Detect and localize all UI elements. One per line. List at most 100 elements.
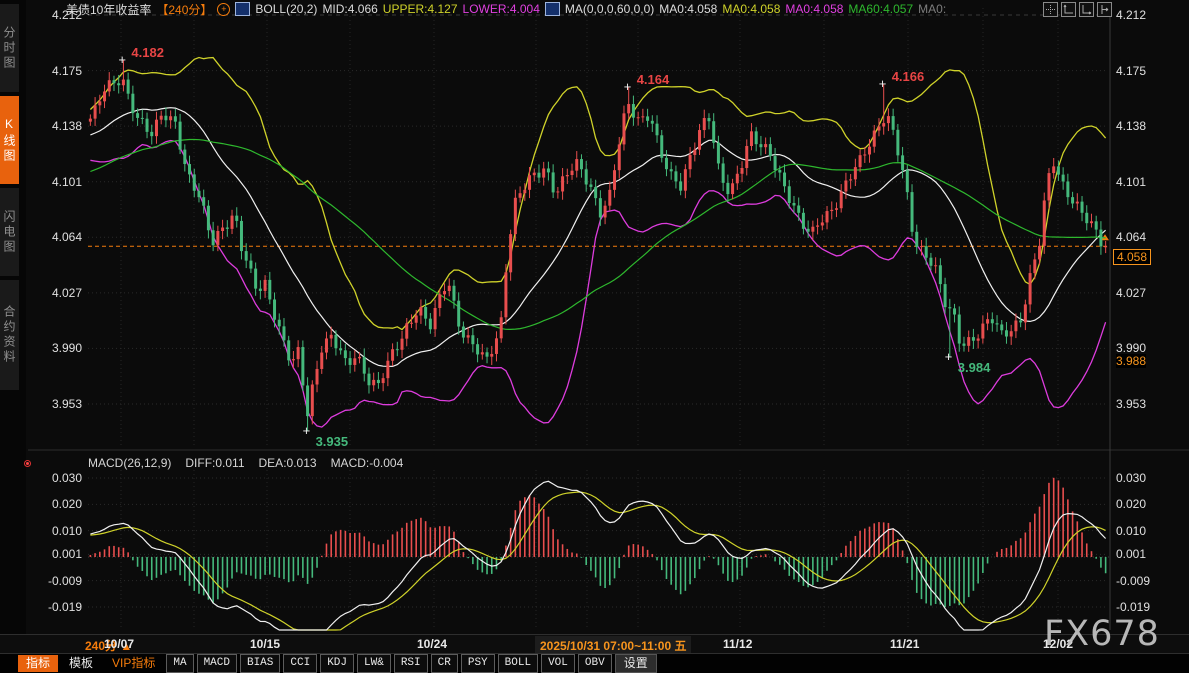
- candle-body: [112, 80, 115, 83]
- axis-shift-icon[interactable]: [1079, 2, 1094, 17]
- candle-body: [778, 170, 781, 173]
- candle-body: [131, 94, 134, 113]
- period-settings-icon[interactable]: +: [217, 3, 230, 16]
- candle-body: [509, 234, 512, 272]
- sidebar-tab-1[interactable]: 分时图: [0, 4, 19, 92]
- candle-body: [386, 361, 389, 378]
- candle-body: [1104, 246, 1107, 247]
- candle-body: [415, 316, 418, 323]
- boll-indicator-icon[interactable]: [235, 2, 250, 16]
- axis-scale-icon[interactable]: [1061, 2, 1076, 17]
- macd-macd-value: MACD:-0.004: [331, 456, 404, 470]
- candle-body: [278, 320, 281, 327]
- price-tick-4.027: 4.027: [30, 286, 82, 300]
- candle-body: [915, 232, 918, 247]
- period-label[interactable]: 【240分】: [156, 1, 212, 18]
- candle-body: [604, 206, 607, 218]
- candle-body: [1024, 304, 1027, 322]
- toolbar-button-MACD[interactable]: MACD: [197, 654, 237, 673]
- extreme-value-label: 4.166: [892, 69, 925, 84]
- pan-tool-icon[interactable]: [1043, 2, 1058, 17]
- toolbar-button-VOL[interactable]: VOL: [541, 654, 575, 673]
- candle-body: [117, 83, 120, 85]
- candle-body: [179, 122, 182, 150]
- ma-indicator-icon[interactable]: [545, 2, 560, 16]
- price-tick-4.027: 4.027: [1116, 286, 1146, 300]
- candle-body: [146, 119, 149, 132]
- candle-body: [981, 324, 984, 339]
- extreme-marker-icon: +: [945, 352, 953, 362]
- candle-body: [807, 229, 810, 232]
- candle-body: [1014, 321, 1017, 332]
- toolbar-button-BIAS[interactable]: BIAS: [240, 654, 280, 673]
- toolbar-button-模板[interactable]: 模板: [61, 655, 101, 672]
- candle-body: [349, 358, 352, 365]
- candle-body: [712, 121, 715, 143]
- candle-body: [788, 186, 791, 203]
- candle-body: [797, 206, 800, 213]
- candle-body: [372, 380, 375, 385]
- candle-body: [1057, 166, 1060, 174]
- candle-body: [89, 119, 92, 122]
- toolbar-button-KDJ[interactable]: KDJ: [320, 654, 354, 673]
- candle-body: [996, 323, 999, 324]
- toolbar-button-CCI[interactable]: CCI: [283, 654, 317, 673]
- candle-body: [660, 135, 663, 158]
- candle-body: [429, 319, 432, 330]
- candle-body: [1071, 197, 1074, 203]
- candle-body: [840, 191, 843, 208]
- candle-body: [1000, 324, 1003, 330]
- candle-body: [542, 168, 545, 177]
- macd-tick-0.010: 0.010: [1116, 524, 1146, 538]
- candle-body: [396, 349, 399, 350]
- toolbar-button-MA[interactable]: MA: [166, 654, 193, 673]
- indicator-settings-icon[interactable]: [22, 458, 33, 469]
- toolbar-button-VIP指标[interactable]: VIP指标: [104, 655, 163, 672]
- candle-body: [613, 170, 616, 190]
- toolbar-button-OBV[interactable]: OBV: [578, 654, 612, 673]
- toolbar-button-LW&[interactable]: LW&: [357, 654, 391, 673]
- candle-body: [684, 169, 687, 190]
- macd-tick--0.019: -0.019: [30, 600, 82, 614]
- ma-group-label: MA(0,0,0,60,0,0): [565, 2, 654, 16]
- candle-body: [169, 116, 172, 120]
- candle-body: [792, 203, 795, 206]
- toolbar-button-CR[interactable]: CR: [431, 654, 458, 673]
- candle-body: [358, 357, 361, 358]
- macd-label[interactable]: MACD(26,12,9): [88, 456, 171, 470]
- macd-tick--0.019: -0.019: [1116, 600, 1150, 614]
- toolbar-button-RSI[interactable]: RSI: [394, 654, 428, 673]
- extreme-marker-icon: +: [118, 55, 126, 65]
- candle-body: [726, 183, 729, 194]
- candle-body: [471, 335, 474, 344]
- candle-body: [1095, 221, 1098, 229]
- candle-body: [689, 155, 692, 169]
- chart-canvas[interactable]: [0, 0, 1189, 673]
- sidebar-tab-3[interactable]: 闪电图: [0, 188, 19, 276]
- candle-body: [297, 347, 300, 359]
- candle-body: [674, 171, 677, 181]
- candle-body: [377, 380, 380, 383]
- candle-body: [679, 181, 682, 190]
- candle-body: [934, 265, 937, 266]
- ma0-gray-value: MA0:: [918, 2, 946, 16]
- toolbar-button-BOLL[interactable]: BOLL: [498, 654, 538, 673]
- candle-body: [306, 385, 309, 416]
- candle-body: [136, 113, 139, 118]
- candle-body: [330, 335, 333, 339]
- axis-expand-icon[interactable]: [1097, 2, 1112, 17]
- candle-body: [986, 319, 989, 323]
- sidebar-tab-4[interactable]: 合约资料: [0, 280, 19, 390]
- candle-body: [821, 222, 824, 225]
- candle-body: [353, 358, 356, 365]
- candle-body: [391, 349, 394, 361]
- candle-body: [537, 173, 540, 178]
- toolbar-button-指标[interactable]: 指标: [18, 655, 58, 672]
- sidebar: 分时图 K线图闪电图合约资料: [0, 0, 26, 673]
- candle-body: [769, 144, 772, 156]
- toolbar-button-设置[interactable]: 设置: [615, 654, 657, 673]
- candle-body: [533, 173, 536, 176]
- toolbar-button-PSY[interactable]: PSY: [461, 654, 495, 673]
- candle-body: [977, 339, 980, 341]
- sidebar-tab-2[interactable]: K线图: [0, 96, 19, 184]
